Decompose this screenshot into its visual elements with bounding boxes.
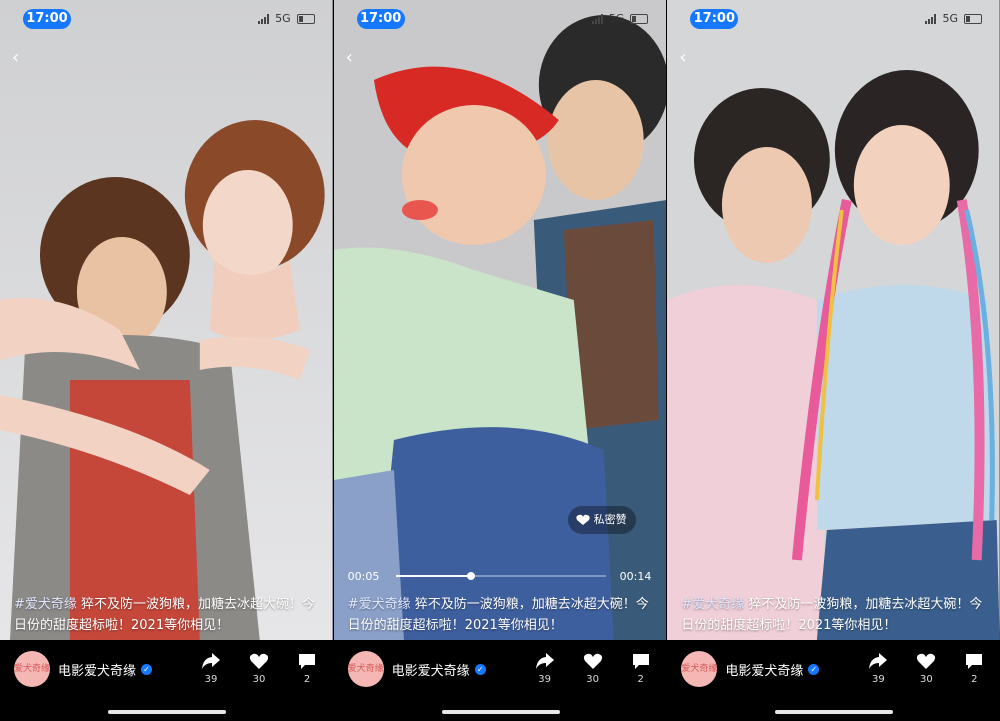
status-time: 17:00 bbox=[356, 9, 405, 29]
signal-icon bbox=[258, 13, 270, 24]
comment-count: 2 bbox=[971, 674, 978, 685]
like-count: 30 bbox=[252, 674, 266, 685]
bottom-action-bar: 爱犬奇缘 电影爱犬奇缘 ✓ 39 30 2 bbox=[333, 640, 667, 721]
verified-badge-icon: ✓ bbox=[141, 664, 153, 675]
comment-button[interactable]: 2 bbox=[292, 652, 322, 685]
account-name-row[interactable]: 电影爱犬奇缘 ✓ bbox=[392, 660, 486, 679]
account-name-row[interactable]: 电影爱犬奇缘 ✓ bbox=[725, 660, 820, 679]
bottom-action-bar: 爱犬奇缘 电影爱犬奇缘 ✓ 39 30 2 bbox=[667, 640, 1000, 721]
status-indicators: 5G bbox=[925, 12, 983, 25]
share-arrow-icon bbox=[535, 653, 554, 669]
caption-hashtag[interactable]: #爱犬奇缘 bbox=[14, 597, 77, 612]
like-count: 30 bbox=[586, 674, 600, 685]
caption-hashtag[interactable]: #爱犬奇缘 bbox=[348, 597, 411, 612]
account-name[interactable]: 电影爱犬奇缘 bbox=[58, 660, 136, 679]
home-indicator[interactable] bbox=[775, 710, 894, 714]
heart-icon bbox=[917, 653, 936, 669]
network-label: 5G bbox=[608, 12, 625, 25]
share-button[interactable]: 39 bbox=[863, 652, 893, 685]
signal-icon bbox=[925, 13, 937, 24]
heart-icon bbox=[583, 653, 602, 669]
progress-fill bbox=[395, 575, 472, 577]
screens-row: 17:00 5G ‹ #爱犬奇缘 猝不及防一波狗粮，加糖去冰超大碗！今日份的甜度… bbox=[0, 0, 1000, 721]
like-button[interactable]: 30 bbox=[911, 652, 941, 685]
share-count: 39 bbox=[538, 674, 552, 685]
video-progress: 00:05 00:14 bbox=[334, 562, 667, 592]
video-screen-2[interactable]: 17:00 5G ‹ 私密赞 00:05 00:14 #爱犬奇缘 猝不及防一波狗… bbox=[333, 0, 667, 721]
video-screen-3[interactable]: 17:00 5G ‹ #爱犬奇缘 猝不及防一波狗粮，加糖去冰超大碗！今日份的甜度… bbox=[667, 0, 1000, 721]
share-button[interactable]: 39 bbox=[196, 652, 226, 685]
comment-button[interactable]: 2 bbox=[959, 652, 989, 685]
comment-bubble-icon bbox=[966, 654, 983, 669]
duration-time: 00:14 bbox=[619, 570, 652, 583]
progress-track[interactable] bbox=[395, 572, 606, 580]
battery-icon bbox=[630, 13, 649, 24]
video-caption: #爱犬奇缘 猝不及防一波狗粮，加糖去冰超大碗！今日份的甜度超标啦！2021等你相… bbox=[14, 594, 319, 636]
signal-icon bbox=[591, 13, 603, 24]
like-button[interactable]: 30 bbox=[244, 652, 274, 685]
like-button[interactable]: 30 bbox=[578, 652, 608, 685]
comment-count: 2 bbox=[637, 674, 644, 685]
like-count: 30 bbox=[919, 674, 933, 685]
elapsed-time: 00:05 bbox=[347, 570, 380, 583]
verified-badge-icon: ✓ bbox=[474, 664, 486, 675]
avatar[interactable]: 爱犬奇缘 bbox=[681, 651, 717, 687]
status-bar: 17:00 5G bbox=[667, 0, 1000, 38]
status-indicators: 5G bbox=[591, 12, 649, 25]
comment-count: 2 bbox=[303, 674, 311, 685]
battery-icon bbox=[296, 13, 315, 24]
account-name[interactable]: 电影爱犬奇缘 bbox=[725, 660, 803, 679]
chevron-left-icon[interactable]: ‹ bbox=[12, 49, 26, 67]
bottom-action-bar: 爱犬奇缘 电影爱犬奇缘 ✓ 39 30 2 bbox=[0, 640, 333, 721]
heart-icon bbox=[249, 653, 269, 669]
video-caption: #爱犬奇缘 猝不及防一波狗粮，加糖去冰超大碗！今日份的甜度超标啦！2021等你相… bbox=[681, 594, 986, 636]
chevron-left-icon[interactable]: ‹ bbox=[679, 49, 693, 67]
share-button[interactable]: 39 bbox=[530, 652, 560, 685]
private-like-label: 私密赞 bbox=[593, 513, 627, 526]
status-time: 17:00 bbox=[690, 9, 739, 29]
video-frame-braids[interactable] bbox=[667, 0, 1000, 640]
progress-handle[interactable] bbox=[467, 572, 476, 580]
video-screen-1[interactable]: 17:00 5G ‹ #爱犬奇缘 猝不及防一波狗粮，加糖去冰超大碗！今日份的甜度… bbox=[0, 0, 333, 721]
network-label: 5G bbox=[275, 12, 291, 25]
status-indicators: 5G bbox=[258, 12, 315, 25]
caption-hashtag[interactable]: #爱犬奇缘 bbox=[681, 597, 744, 612]
video-frame-couple-hug[interactable] bbox=[0, 0, 333, 640]
video-frame-red-beret[interactable] bbox=[333, 0, 667, 640]
comment-button[interactable]: 2 bbox=[626, 652, 656, 685]
verified-badge-icon: ✓ bbox=[808, 664, 820, 675]
heart-lock-icon bbox=[576, 514, 590, 525]
avatar[interactable]: 爱犬奇缘 bbox=[14, 651, 50, 687]
network-label: 5G bbox=[942, 12, 959, 25]
comment-bubble-icon bbox=[299, 654, 315, 669]
home-indicator[interactable] bbox=[108, 710, 226, 714]
private-like-button[interactable]: 私密赞 bbox=[567, 506, 636, 534]
share-count: 39 bbox=[204, 674, 218, 685]
battery-icon bbox=[964, 13, 983, 24]
share-arrow-icon bbox=[869, 653, 888, 669]
chevron-left-icon[interactable]: ‹ bbox=[346, 49, 360, 67]
share-count: 39 bbox=[871, 674, 885, 685]
avatar[interactable]: 爱犬奇缘 bbox=[347, 651, 384, 687]
home-indicator[interactable] bbox=[441, 710, 560, 714]
status-bar: 17:00 5G bbox=[0, 0, 333, 38]
status-bar: 17:00 5G bbox=[334, 0, 667, 38]
comment-bubble-icon bbox=[632, 654, 649, 669]
status-time: 17:00 bbox=[23, 9, 71, 29]
video-caption: #爱犬奇缘 猝不及防一波狗粮，加糖去冰超大碗！今日份的甜度超标啦！2021等你相… bbox=[348, 594, 653, 636]
share-arrow-icon bbox=[202, 653, 220, 669]
account-name-row[interactable]: 电影爱犬奇缘 ✓ bbox=[58, 660, 153, 679]
account-name[interactable]: 电影爱犬奇缘 bbox=[392, 660, 470, 679]
